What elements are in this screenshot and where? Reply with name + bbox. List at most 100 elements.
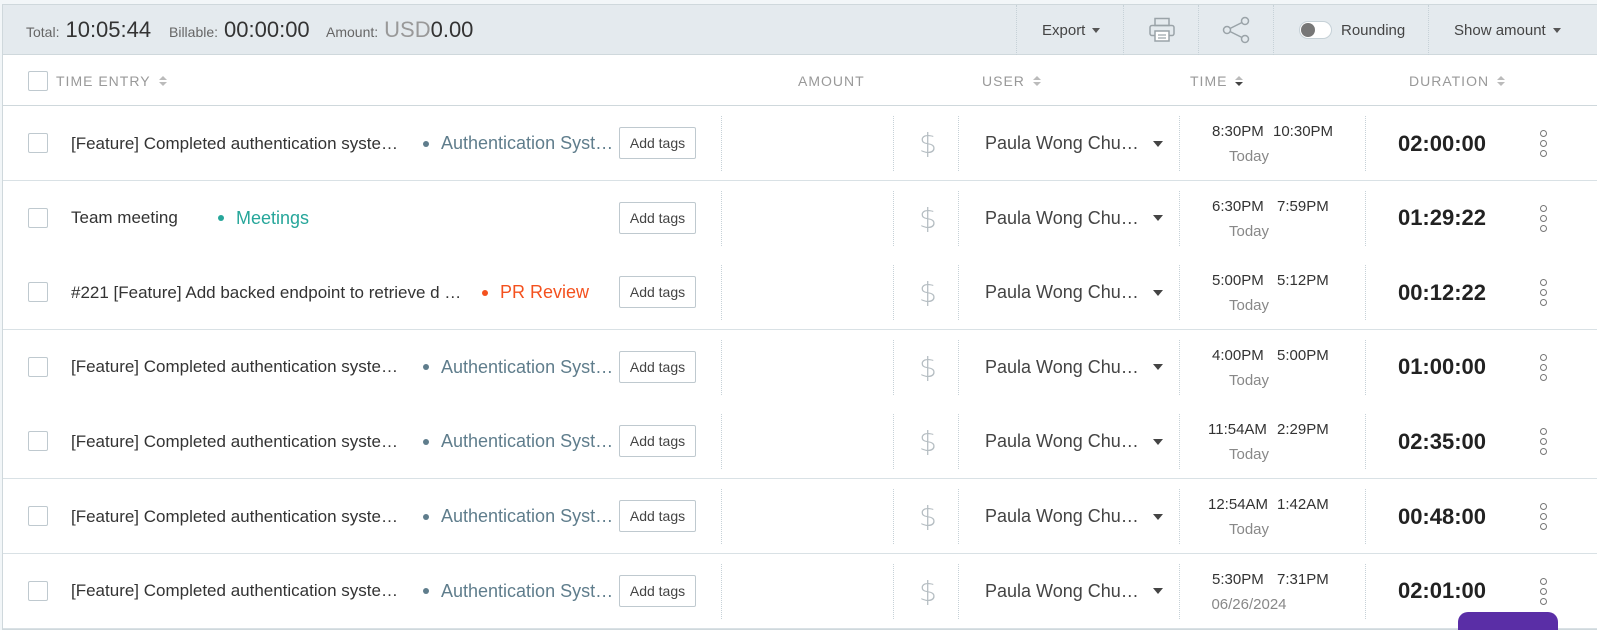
entry-date[interactable]: Today <box>1179 148 1319 165</box>
end-time[interactable]: 10:30PM <box>1273 123 1333 140</box>
entry-description[interactable]: [Feature] Completed authentication syste… <box>71 554 398 629</box>
more-options-icon[interactable] <box>1540 353 1547 381</box>
show-amount-dropdown[interactable]: Show amount <box>1454 5 1561 55</box>
start-time[interactable]: 5:30PM <box>1212 571 1264 588</box>
add-tags-button[interactable]: Add tags <box>619 350 696 383</box>
floating-button-edge[interactable] <box>1458 612 1558 630</box>
user-select[interactable]: Paula Wong Chu… <box>985 106 1163 181</box>
user-select[interactable]: Paula Wong Chu… <box>985 479 1163 554</box>
entry-duration[interactable]: 01:00:00 <box>1375 330 1509 405</box>
entry-date[interactable]: Today <box>1179 297 1319 314</box>
end-time[interactable]: 5:00PM <box>1277 347 1329 364</box>
sort-icon <box>1032 76 1041 86</box>
project-name: Meetings <box>236 207 310 228</box>
entry-date[interactable]: 06/26/2024 <box>1179 596 1319 613</box>
entry-duration[interactable]: 00:48:00 <box>1375 479 1509 554</box>
entry-duration[interactable]: 02:35:00 <box>1375 404 1509 479</box>
more-options-icon[interactable] <box>1540 428 1547 456</box>
column-amount-label: AMOUNT <box>798 73 865 89</box>
user-select[interactable]: Paula Wong Chu… <box>985 255 1163 330</box>
share-icon <box>1222 16 1250 44</box>
user-select[interactable]: Paula Wong Chu… <box>985 404 1163 479</box>
project-tag[interactable]: Meetings <box>218 181 309 256</box>
billable-dollar-icon[interactable]: $ <box>919 255 937 330</box>
entry-description[interactable]: [Feature] Completed authentication syste… <box>71 404 398 479</box>
toolbar-divider <box>1273 5 1274 55</box>
entry-date[interactable]: Today <box>1179 521 1319 538</box>
billable-dollar-icon[interactable]: $ <box>919 106 937 181</box>
entry-description[interactable]: Team meeting <box>71 181 178 256</box>
project-name: Authentication Syst… <box>441 356 614 377</box>
start-time[interactable]: 11:54AM <box>1208 421 1267 438</box>
column-time-entry[interactable]: TIME ENTRY <box>56 56 167 106</box>
start-time[interactable]: 8:30PM <box>1212 123 1264 140</box>
select-all-checkbox[interactable] <box>28 71 48 91</box>
column-divider <box>721 265 722 321</box>
user-select[interactable]: Paula Wong Chu… <box>985 330 1163 405</box>
more-options-icon[interactable] <box>1540 204 1547 232</box>
more-options-icon[interactable] <box>1540 503 1547 530</box>
share-button[interactable] <box>1221 5 1251 55</box>
entry-date[interactable]: Today <box>1179 223 1319 240</box>
start-time[interactable]: 6:30PM <box>1212 198 1264 215</box>
printer-icon <box>1149 17 1175 42</box>
export-button[interactable]: Export <box>1042 5 1101 55</box>
entry-description[interactable]: [Feature] Completed authentication syste… <box>71 479 398 554</box>
billable-dollar-icon[interactable]: $ <box>919 404 937 479</box>
end-time[interactable]: 7:31PM <box>1277 571 1329 588</box>
end-time[interactable]: 2:29PM <box>1277 421 1329 438</box>
add-tags-button[interactable]: Add tags <box>619 574 696 607</box>
add-tags-button[interactable]: Add tags <box>619 276 696 309</box>
toolbar-divider <box>1428 5 1429 55</box>
column-user[interactable]: USER <box>982 56 1041 106</box>
billable-dollar-icon[interactable]: $ <box>919 479 937 554</box>
entry-duration[interactable]: 01:29:22 <box>1375 181 1509 256</box>
entry-date[interactable]: Today <box>1179 372 1319 389</box>
billable-dollar-icon[interactable]: $ <box>919 330 937 405</box>
row-checkbox[interactable] <box>28 207 48 228</box>
billable-dollar-icon[interactable]: $ <box>919 181 937 256</box>
project-tag[interactable]: Authentication Syst… <box>423 106 613 181</box>
start-time[interactable]: 12:54AM <box>1208 496 1268 513</box>
end-time[interactable]: 1:42AM <box>1277 496 1329 513</box>
entry-duration[interactable]: 02:00:00 <box>1375 106 1509 181</box>
row-checkbox[interactable] <box>28 133 48 153</box>
more-options-icon[interactable] <box>1540 279 1547 307</box>
entry-duration[interactable]: 00:12:22 <box>1375 255 1509 330</box>
row-checkbox[interactable] <box>28 282 48 303</box>
row-checkbox[interactable] <box>28 506 48 526</box>
column-divider <box>1365 563 1366 619</box>
project-tag[interactable]: Authentication Syst… <box>423 330 613 405</box>
row-checkbox[interactable] <box>28 580 48 601</box>
project-color-dot <box>423 364 429 371</box>
project-tag[interactable]: Authentication Syst… <box>423 479 613 554</box>
more-options-icon[interactable] <box>1540 130 1547 157</box>
entry-date[interactable]: Today <box>1179 446 1319 463</box>
add-tags-button[interactable]: Add tags <box>619 425 696 458</box>
end-time[interactable]: 5:12PM <box>1277 272 1329 289</box>
project-tag[interactable]: Authentication Syst… <box>423 554 613 629</box>
table-row: [Feature] Completed authentication syste… <box>3 404 1597 480</box>
print-button[interactable] <box>1148 5 1176 55</box>
row-checkbox[interactable] <box>28 356 48 377</box>
row-checkbox[interactable] <box>28 431 48 452</box>
add-tags-button[interactable]: Add tags <box>619 127 696 159</box>
more-options-icon[interactable] <box>1540 577 1547 605</box>
entry-description[interactable]: #221 [Feature] Add backed endpoint to re… <box>71 255 461 330</box>
start-time[interactable]: 4:00PM <box>1212 347 1264 364</box>
add-tags-button[interactable]: Add tags <box>619 201 696 234</box>
user-select[interactable]: Paula Wong Chu… <box>985 554 1163 629</box>
column-duration[interactable]: DURATION <box>1409 56 1506 106</box>
end-time[interactable]: 7:59PM <box>1277 198 1329 215</box>
entry-description[interactable]: [Feature] Completed authentication syste… <box>71 330 398 405</box>
column-time[interactable]: TIME <box>1190 56 1244 106</box>
start-time[interactable]: 5:00PM <box>1212 272 1264 289</box>
project-tag[interactable]: PR Review <box>482 255 589 330</box>
entry-description[interactable]: [Feature] Completed authentication syste… <box>71 106 398 181</box>
add-tags-button[interactable]: Add tags <box>619 500 696 532</box>
user-select[interactable]: Paula Wong Chu… <box>985 181 1163 256</box>
project-tag[interactable]: Authentication Syst… <box>423 404 613 479</box>
toggle-switch[interactable] <box>1299 21 1332 39</box>
rounding-toggle[interactable]: Rounding <box>1299 5 1405 55</box>
billable-dollar-icon[interactable]: $ <box>919 554 937 629</box>
